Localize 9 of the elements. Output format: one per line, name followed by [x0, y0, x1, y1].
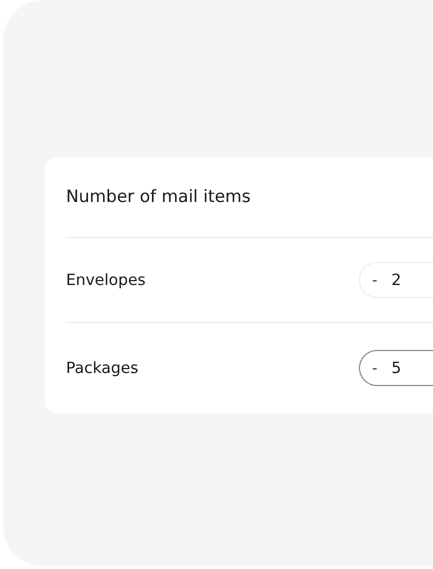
card-title: Number of mail items [66, 187, 251, 207]
quantity-stepper[interactable]: - 2 [359, 262, 433, 298]
quantity-stepper[interactable]: - 5 [359, 350, 433, 386]
quantity-value: 5 [391, 359, 402, 377]
decrement-button[interactable]: - [368, 359, 382, 377]
decrement-button[interactable]: - [368, 271, 382, 289]
quantity-value: 2 [391, 271, 402, 289]
item-label: Envelopes [66, 271, 146, 289]
item-label: Packages [66, 359, 138, 377]
